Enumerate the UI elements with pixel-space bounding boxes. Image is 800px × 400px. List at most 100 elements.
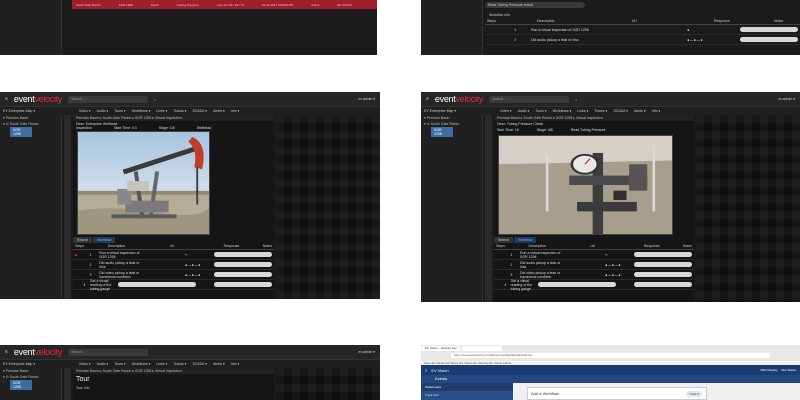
menu-item-workflows[interactable]: Workflows ▾: [132, 362, 151, 366]
panel-top-right: Read Tubing Pressure check Workflow Info…: [421, 0, 800, 55]
menu-item-info[interactable]: Info ▾: [231, 362, 240, 366]
url-input[interactable]: [538, 282, 617, 287]
wellhead-video[interactable]: [498, 135, 673, 235]
main: Permian Basin ▸ South Gate Ranch ▸ SGR 1…: [73, 115, 274, 299]
menu-bar: EV Enterprise Map ▾ Video ▾ Audio ▾ Tour…: [421, 106, 800, 115]
menu-item-tours[interactable]: Tours ▾: [114, 109, 125, 113]
menu-item-links[interactable]: Links ▾: [156, 109, 167, 113]
table-row[interactable]: 1 Run a virtual inspection of SGR 1298 ●: [485, 25, 800, 35]
pumpjack-video[interactable]: [77, 131, 210, 235]
response-slider[interactable]: ●—●—●: [687, 38, 740, 42]
tree-item-well[interactable]: SGR 1298: [431, 127, 453, 137]
menu-item-audio[interactable]: Audio ▾: [97, 362, 109, 366]
menu-item-workflows[interactable]: Workflows ▾: [132, 109, 151, 113]
search-input[interactable]: Search...: [68, 95, 149, 103]
notes-input[interactable]: [633, 252, 692, 257]
table-row[interactable]: ▶ 1 Run a virtual inspection of SGR 1298…: [73, 250, 274, 260]
enterprise-map-dropdown[interactable]: EV Enterprise Map ▾: [3, 362, 73, 366]
selected-table-row[interactable]: South Gate Ranch SGR 1298 South Casing P…: [72, 0, 377, 9]
response-slider[interactable]: ●—●—●: [185, 273, 214, 277]
sidebar: ▾ Permian Basin ▾ ⊙ South Gate Ranch SGR…: [0, 368, 62, 400]
map-area[interactable]: [276, 115, 380, 299]
tree-item-well[interactable]: SGR 1298: [10, 127, 32, 137]
list-item[interactable]: Wells/Leaks: [421, 383, 513, 391]
notes-input[interactable]: [740, 27, 798, 32]
notes-input[interactable]: [214, 272, 273, 277]
menu-item-info[interactable]: Info ▾: [652, 109, 661, 113]
search-input[interactable]: Search...: [489, 95, 570, 103]
workflow-table: Steps Description Url Response Notes ▶ 1…: [73, 243, 274, 291]
list-item[interactable]: Track Add: [421, 391, 513, 399]
notes-input[interactable]: [214, 282, 273, 287]
menu-item-tracks[interactable]: Tracks ▾: [594, 109, 607, 113]
notes-input[interactable]: [214, 252, 273, 257]
menu-item-alerts[interactable]: Alerts ▾: [213, 109, 225, 113]
workflow-name-field[interactable]: Read Tubing Pressure check: [485, 2, 585, 8]
map-area[interactable]: [696, 115, 800, 302]
notes-input[interactable]: [633, 272, 692, 277]
search-icon[interactable]: ⌕: [154, 97, 156, 102]
menu-item-audio[interactable]: Audio ▾: [518, 109, 530, 113]
workflow-info-label: Workflow Info: [489, 13, 511, 17]
table-row[interactable]: 4 Get a visual reading of the tubing gau…: [494, 279, 694, 291]
dev-display-button[interactable]: DEV Display: [760, 368, 777, 372]
user-menu[interactable]: ev.admin ▾: [358, 350, 375, 354]
menu-item-video[interactable]: Video ▾: [79, 362, 91, 366]
main: Permian Basin ▸ South Gate Ranch ▸ SGR 1…: [73, 368, 274, 400]
table-row[interactable]: 1 Run a virtual inspection of SGR 1298 ↖: [494, 250, 694, 260]
address-bar[interactable]: https://ev.eventvelocity.com/EnterpriseM…: [451, 353, 770, 358]
vertical-tabs[interactable]: [64, 368, 71, 400]
notes-input[interactable]: [740, 37, 798, 42]
menu-item-video[interactable]: Video ▾: [500, 109, 512, 113]
menu-icon[interactable]: ≡: [5, 349, 8, 355]
menu-item-links[interactable]: Links ▾: [156, 362, 167, 366]
enterprise-map-dropdown[interactable]: EV Enterprise Map ▾: [3, 109, 73, 113]
menu-item-alerts[interactable]: Alerts ▾: [213, 362, 225, 366]
tour-info-label: Tour Info: [76, 386, 90, 390]
enterprise-map-dropdown[interactable]: EV Enterprise Map ▾: [424, 109, 494, 113]
url-input[interactable]: [118, 282, 197, 287]
menu-item-tours[interactable]: Tours ▾: [114, 362, 125, 366]
table-row[interactable]: 2 Did audio pickup a leak or hiss ●—●—●: [73, 260, 274, 270]
notes-input[interactable]: [214, 262, 273, 267]
sidebar: ▾ Permian Basin ▾ ⊙ South Gate Ranch SGR…: [421, 115, 483, 302]
user-menu[interactable]: ev.admin ▾: [778, 97, 795, 101]
menu-item-audio[interactable]: Audio ▾: [97, 109, 109, 113]
table-row[interactable]: 2 Did audio pickup a leak or hiss ●—●—●: [485, 35, 800, 45]
menu-icon[interactable]: ≡: [5, 96, 8, 102]
menu-item-info[interactable]: Info ▾: [231, 109, 240, 113]
menu-item-alerts[interactable]: Alerts ▾: [634, 109, 646, 113]
step-description: Run a virtual inspection of SGR 1298: [99, 250, 140, 259]
menu-item-video[interactable]: Video ▾: [79, 109, 91, 113]
response-slider[interactable]: ●—●—●: [605, 263, 634, 267]
menu-item-scada[interactable]: SCADA ▾: [192, 109, 207, 113]
hamburger-icon[interactable]: ≡: [425, 368, 427, 373]
map-area[interactable]: [276, 368, 380, 400]
response-slider[interactable]: ●—●—●: [185, 263, 214, 267]
vertical-tabs[interactable]: [485, 115, 492, 302]
search-input[interactable]: Search...: [68, 348, 149, 356]
notes-input[interactable]: [633, 262, 692, 267]
table-row[interactable]: 2 Did audio pickup a leak or hiss ●—●—●: [494, 260, 694, 270]
search-icon[interactable]: ⌕: [575, 97, 577, 102]
browser-tab[interactable]: EV Vision - Velocity Sec: [422, 346, 460, 351]
menu-item-scada[interactable]: SCADA ▾: [192, 362, 207, 366]
cursor-icon: ↖: [184, 252, 188, 257]
response-control[interactable]: ●: [687, 28, 740, 32]
menu-item-tracks[interactable]: Tracks ▾: [173, 109, 186, 113]
response-slider[interactable]: ●—●—●: [605, 273, 634, 277]
menu-item-links[interactable]: Links ▾: [577, 109, 588, 113]
stage-counter: Stage: 1/8: [158, 126, 175, 130]
menu-icon[interactable]: ≡: [426, 96, 429, 102]
menu-item-scada[interactable]: SCADA ▾: [613, 109, 628, 113]
user-menu[interactable]: ev.admin ▾: [358, 97, 375, 101]
menu-item-workflows[interactable]: Workflows ▾: [553, 109, 572, 113]
table-row[interactable]: 4 Get a visual reading of the tubing gau…: [73, 279, 274, 291]
menu-item-tours[interactable]: Tours ▾: [535, 109, 546, 113]
notes-input[interactable]: [634, 282, 692, 287]
menu-item-tracks[interactable]: Tracks ▾: [173, 362, 186, 366]
vertical-tabs[interactable]: [64, 115, 71, 299]
browser-tab[interactable]: [461, 346, 502, 351]
col-description: Description: [537, 19, 555, 23]
tree-item-well[interactable]: SGR 1298: [10, 380, 32, 390]
